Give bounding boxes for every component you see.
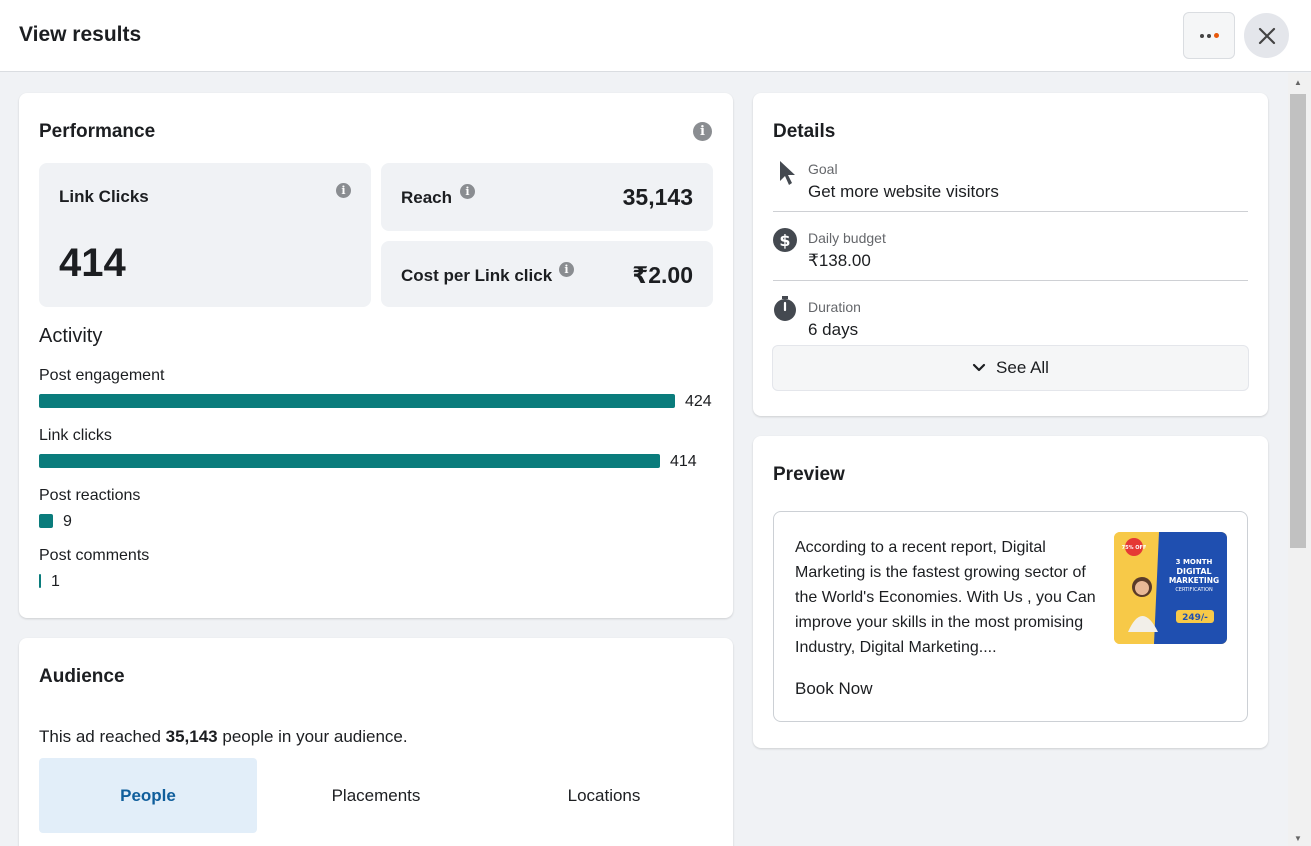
audience-summary: This ad reached 35,143 people in your au… [39,727,408,747]
audience-text-suffix: people in your audience. [217,727,408,746]
info-icon[interactable]: i [336,183,351,198]
audience-title: Audience [39,666,125,687]
budget-row: $ Daily budget ₹138.00 [773,227,1248,279]
ad-creative: 75% OFF 3 MONTH DIGITAL MARKETING CERTIF… [1114,532,1227,644]
dollar-icon: $ [773,228,797,252]
scroll-down-icon[interactable]: ▼ [1294,834,1302,843]
tab-locations[interactable]: Locations [495,758,713,833]
duration-row: Duration 6 days [773,296,1248,344]
audience-text-prefix: This ad reached [39,727,166,746]
activity-label: Post reactions [39,487,141,504]
divider [773,280,1248,281]
ad-price: 249/- [1182,613,1208,623]
info-icon[interactable]: i [460,184,475,199]
activity-value: 1 [51,573,60,590]
ad-badge-text: 75% OFF [1122,545,1147,551]
see-all-button[interactable]: See All [772,345,1249,391]
activity-bar [39,394,675,408]
close-button[interactable] [1244,13,1289,58]
page-title: View results [19,23,142,46]
chevron-down-icon [972,363,986,372]
more-options-button[interactable] [1183,12,1235,59]
ad-text: According to a recent report, Digital Ma… [795,539,1096,656]
scrollbar[interactable]: ▲ ▼ [1288,73,1311,846]
goal-label: Goal [808,161,838,177]
reach-metric: Reach i 35,143 [381,163,713,231]
scrollbar-thumb[interactable] [1290,94,1306,548]
activity-value: 9 [63,513,72,530]
ad-headline-2: DIGITAL [1176,567,1211,576]
info-icon[interactable]: i [559,262,574,277]
stopwatch-icon [774,296,796,321]
performance-title: Performance [39,121,156,142]
divider [773,211,1248,212]
cost-per-click-value: ₹2.00 [632,262,693,288]
activity-bar [39,574,41,588]
preview-title: Preview [773,464,845,485]
tab-people[interactable]: People [39,758,257,833]
more-dot-icon [1206,33,1211,38]
ad-headline-1: 3 MONTH [1176,558,1213,566]
tab-placements[interactable]: Placements [267,758,485,833]
activity-bar [39,454,660,468]
notification-dot-icon [1213,33,1219,38]
ad-preview[interactable]: According to a recent report, Digital Ma… [773,511,1248,722]
info-icon[interactable]: i [693,122,712,141]
see-all-label: See All [996,358,1049,377]
reach-value: 35,143 [622,184,693,210]
cost-per-click-label: Cost per Link click [401,266,553,285]
ad-cta[interactable]: Book Now [795,679,872,699]
duration-label: Duration [808,299,861,315]
activity-label: Post engagement [39,367,165,384]
reach-label: Reach [401,188,453,207]
more-dot-icon [1199,33,1204,38]
activity-value: 424 [685,393,712,410]
details-title: Details [773,121,836,142]
activity-title: Activity [39,325,103,347]
duration-value: 6 days [808,320,859,339]
ad-headline-4: CERTIFICATION [1175,587,1213,593]
header-bar: View results [0,0,1311,72]
link-clicks-label: Link Clicks [59,187,149,206]
budget-label: Daily budget [808,230,886,246]
activity-value: 414 [670,453,697,470]
ad-headline-3: MARKETING [1169,576,1219,585]
activity-bar [39,514,53,528]
scroll-up-icon[interactable]: ▲ [1294,78,1302,87]
activity-label: Link clicks [39,427,112,444]
budget-value: ₹138.00 [808,251,871,270]
svg-text:$: $ [779,231,790,250]
close-icon [1258,27,1275,44]
link-clicks-metric: Link Clicks i 414 [39,163,371,307]
cost-per-click-metric: Cost per Link click i ₹2.00 [381,241,713,307]
activity-label: Post comments [39,547,150,564]
ad-image: 75% OFF 3 MONTH DIGITAL MARKETING CERTIF… [1114,532,1227,644]
goal-row: Goal Get more website visitors [773,158,1248,210]
cursor-icon [780,161,795,185]
audience-reach-count: 35,143 [165,727,218,746]
link-clicks-value: 414 [59,241,126,285]
goal-value: Get more website visitors [808,182,999,201]
